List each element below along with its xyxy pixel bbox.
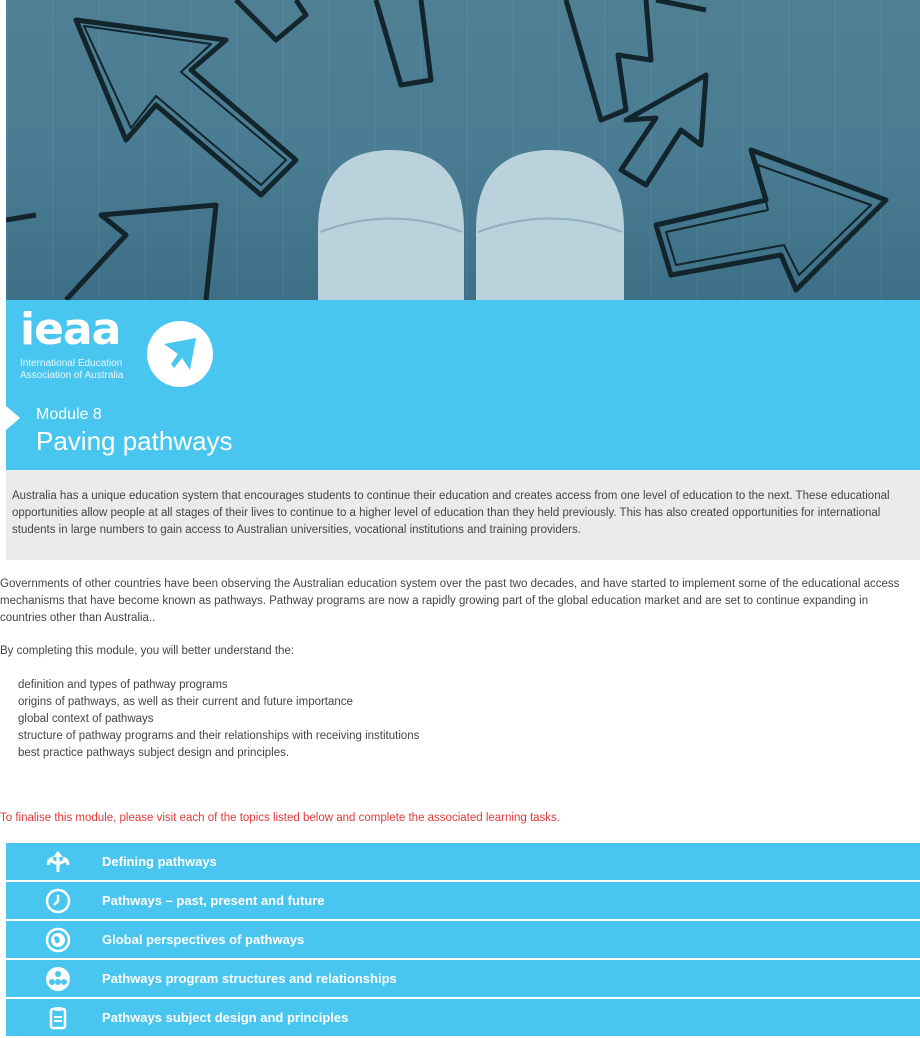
topic-label: Defining pathways [102, 854, 217, 869]
logo-subtitle-line1: International Education [20, 358, 123, 369]
arrows-illustration [6, 0, 889, 300]
body-paragraph-2: By completing this module, you will bett… [0, 645, 295, 657]
module-banner: ieaa International Education Association… [6, 300, 920, 470]
learning-outcomes-list: definition and types of pathway programs… [18, 677, 419, 762]
topic-past-present-future[interactable]: Pathways – past, present and future [6, 882, 920, 919]
topic-label: Pathways program structures and relation… [102, 971, 397, 986]
intro-panel: Australia has a unique education system … [6, 470, 920, 560]
list-item: origins of pathways, as well as their cu… [18, 696, 353, 708]
list-item: best practice pathways subject design an… [18, 747, 290, 759]
intro-text: Australia has a unique education system … [12, 490, 890, 536]
topic-program-structures[interactable]: Pathways program structures and relation… [6, 960, 920, 997]
globe-icon [44, 926, 72, 954]
body-paragraph-1: Governments of other countries have been… [0, 578, 900, 624]
topic-label: Pathways – past, present and future [102, 893, 325, 908]
logo-subtitle-line2: Association of Australia [20, 370, 124, 381]
list-item: definition and types of pathway programs [18, 679, 228, 691]
clock-icon [44, 887, 72, 915]
logo-subtitle: International Education Association of A… [20, 358, 160, 382]
banner-pointer-icon [6, 406, 20, 430]
topic-label: Global perspectives of pathways [102, 932, 305, 947]
split-arrows-icon [44, 848, 72, 876]
clipboard-icon [44, 1004, 72, 1032]
module-label: Module 8 [36, 406, 102, 423]
plane-logo-icon [147, 321, 213, 387]
page: ieaa International Education Association… [0, 0, 920, 1038]
logo-wordmark: ieaa [20, 304, 121, 355]
hero-image [6, 0, 920, 300]
topic-label: Pathways subject design and principles [102, 1010, 349, 1025]
topic-global-perspectives[interactable]: Global perspectives of pathways [6, 921, 920, 958]
list-item: structure of pathway programs and their … [18, 730, 420, 742]
topic-defining-pathways[interactable]: Defining pathways [6, 843, 920, 880]
completion-notice: To finalise this module, please visit ea… [0, 812, 560, 824]
org-chart-icon [44, 965, 72, 993]
module-title: Paving pathways [36, 426, 233, 456]
list-item: global context of pathways [18, 713, 154, 725]
topics-list: Defining pathways Pathways – past, prese… [6, 843, 920, 1038]
topic-subject-design[interactable]: Pathways subject design and principles [6, 999, 920, 1036]
